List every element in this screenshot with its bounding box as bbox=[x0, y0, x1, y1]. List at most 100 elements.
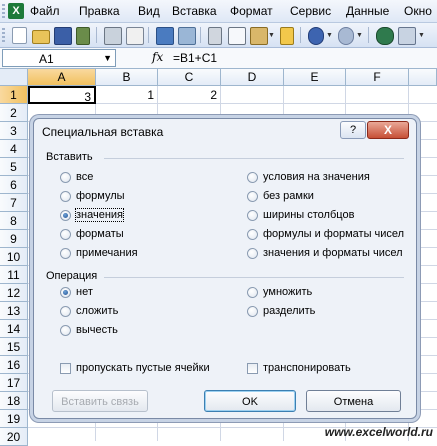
radio-operation-subtract-label: вычесть bbox=[76, 324, 118, 336]
dialog-title: Специальная вставка bbox=[42, 125, 164, 139]
row-header-18[interactable]: 18 bbox=[0, 392, 28, 410]
name-box[interactable]: A1 ▼ bbox=[2, 49, 116, 67]
row-header-8[interactable]: 8 bbox=[0, 212, 28, 230]
radio-operation-none-label: нет bbox=[76, 286, 93, 298]
cell-c1[interactable]: 2 bbox=[158, 86, 220, 104]
radio-icon[interactable] bbox=[247, 191, 258, 202]
insert-function-icon[interactable]: fx bbox=[152, 50, 163, 64]
row-header-2[interactable]: 2 bbox=[0, 104, 28, 122]
checkbox-icon[interactable] bbox=[247, 363, 258, 374]
radio-paste-column-widths-label: ширины столбцов bbox=[263, 209, 355, 221]
radio-icon[interactable] bbox=[247, 172, 258, 183]
menu-edit[interactable]: Правка bbox=[79, 4, 120, 18]
excel-app-icon[interactable]: X bbox=[8, 3, 24, 19]
menu-grip[interactable] bbox=[2, 4, 5, 18]
copy-icon[interactable] bbox=[228, 27, 246, 45]
undo-dropdown-icon[interactable]: ▼ bbox=[326, 32, 333, 39]
cut-icon[interactable] bbox=[208, 27, 222, 45]
spelling-icon[interactable] bbox=[156, 27, 174, 45]
row-header-11[interactable]: 11 bbox=[0, 266, 28, 284]
column-header-c[interactable]: C bbox=[158, 69, 221, 86]
select-all-corner[interactable] bbox=[0, 69, 28, 86]
cell-a1[interactable]: 3 bbox=[28, 86, 96, 104]
permission-icon[interactable] bbox=[76, 27, 90, 45]
row-header-4[interactable]: 4 bbox=[0, 140, 28, 158]
radio-icon[interactable] bbox=[60, 248, 71, 259]
radio-icon[interactable] bbox=[60, 191, 71, 202]
radio-icon[interactable] bbox=[60, 325, 71, 336]
row-header-5[interactable]: 5 bbox=[0, 158, 28, 176]
hyperlink-icon[interactable] bbox=[376, 27, 394, 45]
radio-icon[interactable] bbox=[247, 210, 258, 221]
name-box-value: A1 bbox=[39, 52, 54, 66]
column-header-e[interactable]: E bbox=[284, 69, 346, 86]
format-painter-icon[interactable] bbox=[280, 27, 294, 45]
row-header-14[interactable]: 14 bbox=[0, 320, 28, 338]
row-header-19[interactable]: 19 bbox=[0, 410, 28, 428]
name-box-dropdown-icon[interactable]: ▼ bbox=[103, 53, 112, 63]
ok-button[interactable]: OK bbox=[204, 390, 296, 412]
autosum-dropdown-icon[interactable]: ▼ bbox=[418, 32, 425, 39]
row-header-12[interactable]: 12 bbox=[0, 284, 28, 302]
menu-window[interactable]: Окно bbox=[404, 4, 432, 18]
row-header-1[interactable]: 1 bbox=[0, 86, 28, 104]
group-divider bbox=[104, 277, 404, 278]
open-folder-icon[interactable] bbox=[32, 30, 50, 44]
column-header-d[interactable]: D bbox=[221, 69, 284, 86]
row-header-3[interactable]: 3 bbox=[0, 122, 28, 140]
radio-icon[interactable] bbox=[60, 229, 71, 240]
cell-b1[interactable]: 1 bbox=[96, 86, 157, 104]
menu-file[interactable]: Файл bbox=[30, 4, 60, 18]
radio-icon[interactable] bbox=[247, 287, 258, 298]
standard-toolbar: ▼ ▼ ▼ ▼ bbox=[0, 23, 437, 48]
row-header-9[interactable]: 9 bbox=[0, 230, 28, 248]
print-icon[interactable] bbox=[104, 27, 122, 45]
column-header-a[interactable]: A bbox=[28, 69, 96, 86]
row-header-6[interactable]: 6 bbox=[0, 176, 28, 194]
paste-dropdown-icon[interactable]: ▼ bbox=[268, 32, 275, 39]
close-button[interactable]: X bbox=[367, 121, 409, 139]
print-preview-icon[interactable] bbox=[126, 27, 144, 45]
save-icon[interactable] bbox=[54, 27, 72, 45]
research-icon[interactable] bbox=[178, 27, 196, 45]
toolbar-separator bbox=[368, 27, 369, 43]
undo-icon[interactable] bbox=[308, 27, 324, 45]
paste-link-button[interactable]: Вставить связь bbox=[52, 390, 148, 412]
radio-icon[interactable] bbox=[60, 172, 71, 183]
row-header-7[interactable]: 7 bbox=[0, 194, 28, 212]
radio-icon[interactable] bbox=[247, 248, 258, 259]
row-header-16[interactable]: 16 bbox=[0, 356, 28, 374]
redo-dropdown-icon[interactable]: ▼ bbox=[356, 32, 363, 39]
checkbox-icon[interactable] bbox=[60, 363, 71, 374]
radio-selected-icon[interactable] bbox=[60, 287, 71, 298]
menu-format[interactable]: Формат bbox=[230, 4, 273, 18]
menu-view[interactable]: Вид bbox=[138, 4, 160, 18]
radio-selected-icon[interactable] bbox=[60, 210, 71, 221]
toolbar-separator bbox=[300, 27, 301, 43]
row-header-15[interactable]: 15 bbox=[0, 338, 28, 356]
radio-icon[interactable] bbox=[247, 306, 258, 317]
help-button[interactable]: ? bbox=[340, 121, 366, 139]
redo-icon[interactable] bbox=[338, 27, 354, 45]
radio-operation-add-label: сложить bbox=[76, 305, 119, 317]
formula-input[interactable]: =B1+C1 bbox=[173, 51, 217, 65]
menu-data[interactable]: Данные bbox=[346, 4, 389, 18]
radio-icon[interactable] bbox=[247, 229, 258, 240]
radio-icon[interactable] bbox=[60, 306, 71, 317]
cancel-button[interactable]: Отмена bbox=[306, 390, 401, 412]
new-document-icon[interactable] bbox=[12, 27, 27, 44]
paste-group-label: Вставить bbox=[46, 151, 93, 163]
column-header-b[interactable]: B bbox=[96, 69, 158, 86]
menu-insert[interactable]: Вставка bbox=[172, 4, 217, 18]
column-header-g[interactable] bbox=[409, 69, 437, 86]
row-header-10[interactable]: 10 bbox=[0, 248, 28, 266]
menu-tools[interactable]: Сервис bbox=[290, 4, 331, 18]
autosum-icon[interactable] bbox=[398, 27, 416, 45]
row-header-17[interactable]: 17 bbox=[0, 374, 28, 392]
checkbox-skip-blanks-label: пропускать пустые ячейки bbox=[76, 362, 210, 374]
row-header-13[interactable]: 13 bbox=[0, 302, 28, 320]
toolbar-grip[interactable] bbox=[2, 28, 5, 42]
column-header-f[interactable]: F bbox=[346, 69, 409, 86]
row-header-20[interactable]: 20 bbox=[0, 428, 28, 446]
paste-icon[interactable] bbox=[250, 27, 268, 45]
